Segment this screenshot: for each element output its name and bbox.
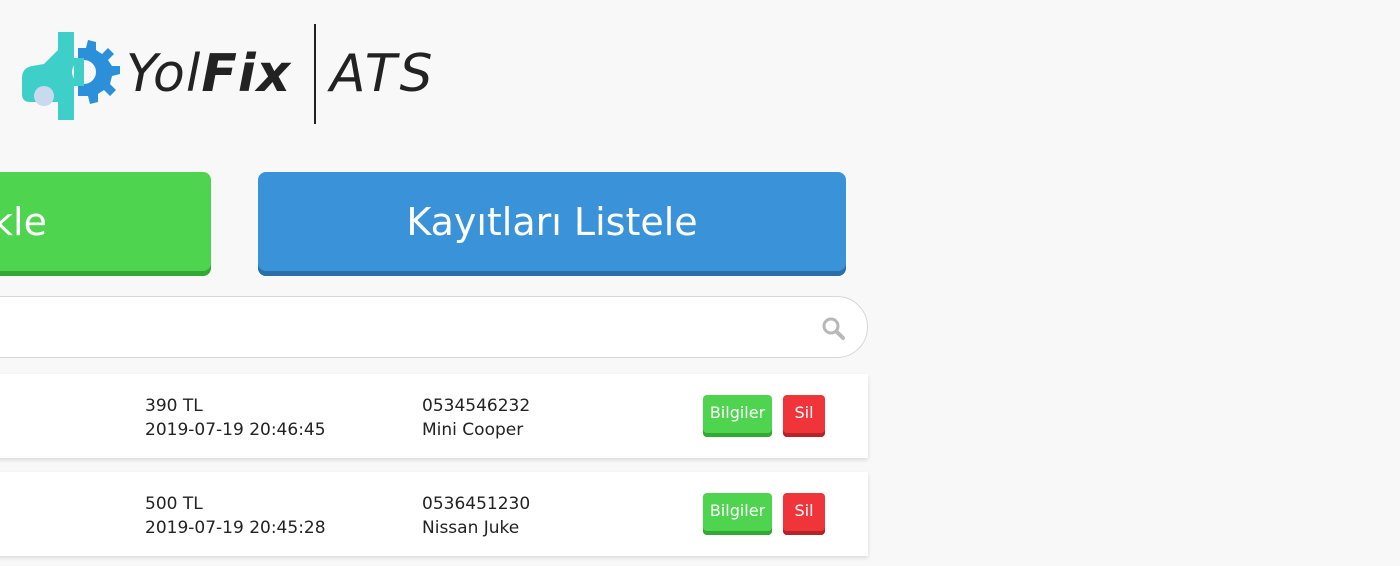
search-input[interactable] — [21, 309, 785, 347]
record-phone: 0534546232 — [422, 396, 531, 416]
record-price: 390 TL — [145, 396, 203, 416]
record-row: 390 TL 2019-07-19 20:46:45 0534546232 Mi… — [0, 374, 868, 458]
add-record-label: kle — [0, 200, 47, 244]
record-price-date: 390 TL 2019-07-19 20:46:45 — [145, 394, 326, 442]
add-record-button[interactable]: kle — [0, 172, 211, 276]
delete-button[interactable]: Sil — [783, 493, 825, 535]
info-button[interactable]: Bilgiler — [703, 493, 772, 535]
search-bar — [0, 296, 868, 358]
record-price-date: 500 TL 2019-07-19 20:45:28 — [145, 492, 326, 540]
record-phone: 0536451230 — [422, 494, 531, 514]
list-records-button[interactable]: Kayıtları Listele — [258, 172, 846, 276]
record-datetime: 2019-07-19 20:45:28 — [145, 518, 326, 538]
search-icon[interactable] — [821, 316, 845, 340]
page: YolFix ATS kle Kayıtları Listele 390 TL … — [0, 0, 1400, 566]
app-logo[interactable]: YolFix ATS — [14, 24, 454, 124]
info-button[interactable]: Bilgiler — [703, 395, 772, 437]
logo-divider — [314, 24, 316, 124]
car-gear-icon — [22, 32, 120, 120]
logo-brand-bold: Fix — [201, 44, 292, 104]
delete-button[interactable]: Sil — [783, 395, 825, 437]
record-row: 500 TL 2019-07-19 20:45:28 0536451230 Ni… — [0, 472, 868, 556]
record-vehicle: Mini Cooper — [422, 420, 524, 440]
record-vehicle: Nissan Juke — [422, 518, 520, 538]
record-phone-vehicle: 0536451230 Nissan Juke — [422, 492, 530, 540]
record-phone-vehicle: 0534546232 Mini Cooper — [422, 394, 530, 442]
logo-brand: YolFix — [126, 42, 291, 106]
logo-product: ATS — [330, 44, 436, 104]
record-datetime: 2019-07-19 20:46:45 — [145, 420, 326, 440]
record-price: 500 TL — [145, 494, 203, 514]
logo-brand-light: Yol — [126, 44, 202, 104]
